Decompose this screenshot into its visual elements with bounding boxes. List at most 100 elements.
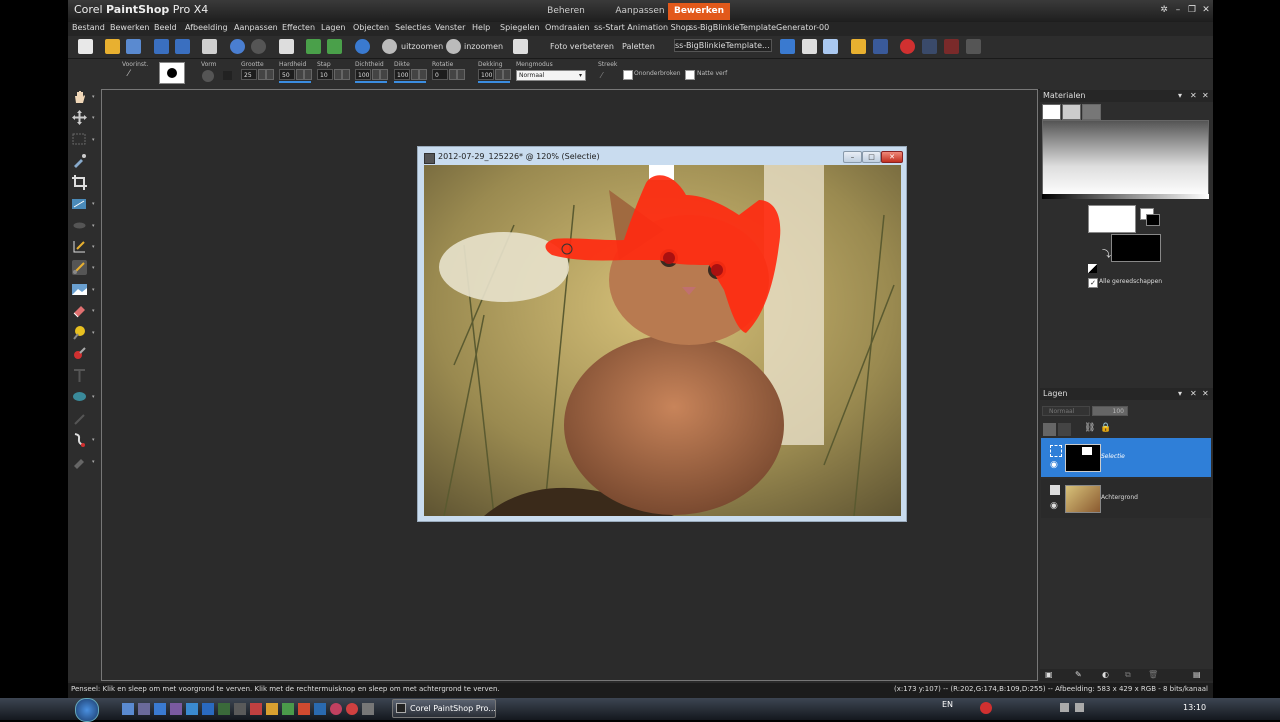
selection-tool[interactable]: ▾: [72, 132, 95, 147]
menu-beeld[interactable]: Beeld: [154, 23, 177, 32]
menu-selecties[interactable]: Selecties: [395, 23, 431, 32]
menu-effecten[interactable]: Effecten: [282, 23, 315, 32]
new-layer-icon[interactable]: ▣: [1045, 670, 1053, 679]
image-maximize-button[interactable]: □: [862, 151, 881, 163]
flag-icon[interactable]: [306, 39, 321, 54]
record-icon[interactable]: [900, 39, 915, 54]
visibility-eye-icon[interactable]: ◉: [1050, 501, 1058, 511]
opacity-spinner[interactable]: [495, 69, 503, 80]
quicklaunch-opera-icon[interactable]: [346, 703, 358, 715]
layer-row-selectie[interactable]: ◉ Selectie: [1041, 438, 1211, 477]
palettes-button[interactable]: Paletten: [622, 42, 655, 51]
pause-icon[interactable]: [922, 39, 937, 54]
panel-close-icon[interactable]: ✕: [1202, 91, 1209, 100]
quicklaunch-word-icon[interactable]: [202, 703, 214, 715]
menu-objecten[interactable]: Objecten: [353, 23, 389, 32]
preset-brush-icon[interactable]: ⁄: [128, 69, 146, 83]
quicklaunch-folder-icon[interactable]: [266, 703, 278, 715]
menu-spiegelen[interactable]: Spiegelen: [500, 23, 540, 32]
menu-bewerken[interactable]: Bewerken: [110, 23, 150, 32]
document-icon[interactable]: [513, 39, 528, 54]
open-folder-icon[interactable]: [105, 39, 120, 54]
script-select[interactable]: ss-BigBlinkieTemplate...: [674, 39, 772, 52]
foreground-color-swatch[interactable]: [1088, 205, 1136, 233]
menu-lagen[interactable]: Lagen: [321, 23, 345, 32]
density-input[interactable]: 100: [355, 69, 371, 80]
clone-tool[interactable]: ▾: [72, 282, 95, 297]
step-spinner[interactable]: [334, 69, 342, 80]
tray-network-icon[interactable]: [1060, 703, 1069, 712]
restore-icon[interactable]: ❐: [1186, 5, 1198, 16]
size-spinner[interactable]: [258, 69, 266, 80]
zoom-in-icon[interactable]: [446, 39, 461, 54]
browse-icon[interactable]: [126, 39, 141, 54]
merge-icon[interactable]: ⧉: [1125, 670, 1131, 680]
menu-start-animation-shop[interactable]: ss-Start Animation Shop: [594, 23, 691, 32]
brush-tip-preview[interactable]: [159, 62, 185, 84]
zoom-in-button[interactable]: inzoomen: [464, 42, 503, 51]
stroke-icon[interactable]: ⁄: [601, 71, 611, 81]
menu-afbeelding[interactable]: Afbeelding: [185, 23, 228, 32]
opacity-slider-arrow[interactable]: [503, 69, 511, 80]
adjustment-layer-icon[interactable]: ◐: [1102, 670, 1109, 679]
quicklaunch-switch-icon[interactable]: [138, 703, 150, 715]
save-icon[interactable]: [154, 39, 169, 54]
step-input[interactable]: 10: [317, 69, 333, 80]
stop-script-icon[interactable]: [873, 39, 888, 54]
quicklaunch-circle-icon[interactable]: [330, 703, 342, 715]
thickness-slider-arrow[interactable]: [419, 69, 427, 80]
layer-properties-icon[interactable]: ▤: [1193, 670, 1201, 679]
undo-icon[interactable]: [230, 39, 245, 54]
layer-brush-icon[interactable]: [1043, 423, 1056, 436]
photo-canvas[interactable]: [424, 165, 901, 516]
script-folder-icon[interactable]: [851, 39, 866, 54]
eraser-tool[interactable]: ▾: [72, 303, 95, 318]
eyedropper-tool[interactable]: [72, 153, 87, 168]
swatches-tab-icon[interactable]: [1082, 104, 1101, 120]
edit-script-icon[interactable]: [802, 39, 817, 54]
pen-tool[interactable]: [72, 411, 87, 426]
panel-pin-icon[interactable]: ✕: [1190, 91, 1197, 100]
script-list-icon[interactable]: [823, 39, 838, 54]
new-file-icon[interactable]: [78, 39, 93, 54]
fill-tool[interactable]: ▾: [72, 454, 95, 469]
density-slider-arrow[interactable]: [380, 69, 388, 80]
crop-tool[interactable]: [72, 175, 87, 190]
flag-alt-icon[interactable]: [327, 39, 342, 54]
new-mask-icon[interactable]: ✎: [1075, 670, 1082, 679]
zoom-out-icon[interactable]: [382, 39, 397, 54]
size-slider-arrow[interactable]: [266, 69, 274, 80]
hardness-spinner[interactable]: [296, 69, 304, 80]
step-slider-arrow[interactable]: [342, 69, 350, 80]
panel-close-icon[interactable]: ✕: [1202, 389, 1209, 398]
opacity-input[interactable]: 100: [478, 69, 494, 80]
density-spinner[interactable]: [372, 69, 380, 80]
wet-paint-checkbox[interactable]: [685, 70, 695, 80]
menu-omdraaien[interactable]: Omdraaien: [545, 23, 589, 32]
quicklaunch-mail-icon[interactable]: [186, 703, 198, 715]
quicklaunch-tool-icon[interactable]: [234, 703, 246, 715]
hardness-slider-arrow[interactable]: [304, 69, 312, 80]
quicklaunch-blue-icon[interactable]: [314, 703, 326, 715]
background-small-swatch[interactable]: [1146, 214, 1160, 226]
tab-bewerken[interactable]: Bewerken: [668, 3, 730, 20]
panel-menu-icon[interactable]: ▾: [1178, 389, 1182, 398]
zoom-out-button[interactable]: uitzoomen: [401, 42, 443, 51]
text-tool[interactable]: [72, 368, 87, 383]
swap-colors-icon[interactable]: ⤵: [1102, 247, 1111, 260]
panel-pin-icon[interactable]: ✕: [1190, 389, 1197, 398]
minimize-icon[interactable]: –: [1172, 5, 1184, 16]
warp-brush-tool[interactable]: ▾: [72, 432, 95, 447]
image-close-button[interactable]: ✕: [881, 151, 903, 163]
background-color-swatch[interactable]: [1111, 234, 1161, 262]
layer-mask-icon[interactable]: [1058, 423, 1071, 436]
size-input[interactable]: 25: [241, 69, 257, 80]
resize-icon[interactable]: [279, 39, 294, 54]
color-picker-area[interactable]: [1042, 120, 1209, 197]
panel-menu-icon[interactable]: ▾: [1178, 91, 1182, 100]
menu-aanpassen[interactable]: Aanpassen: [234, 23, 278, 32]
frame-tab-icon[interactable]: [1042, 104, 1061, 120]
run-script-icon[interactable]: [780, 39, 795, 54]
layer-blend-mode-select[interactable]: Normaal: [1042, 406, 1090, 416]
paint-brush-tool[interactable]: ▾: [72, 260, 95, 275]
